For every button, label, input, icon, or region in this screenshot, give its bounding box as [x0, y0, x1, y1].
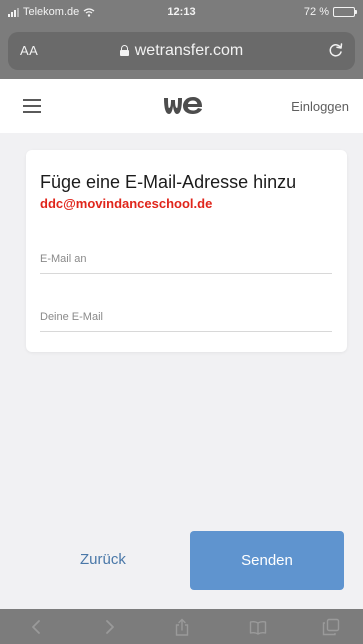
url-display[interactable]: wetransfer.com	[8, 42, 355, 60]
menu-icon[interactable]	[23, 99, 41, 113]
bookmarks-icon[interactable]	[249, 618, 267, 636]
address-bar: AA wetransfer.com	[0, 27, 363, 79]
form-title: Füge eine E-Mail-Adresse hinzu	[40, 172, 297, 192]
recipient-email: ddc@movindanceschool.de	[40, 196, 213, 211]
battery-percent: 72 %	[303, 6, 329, 18]
lock-icon	[119, 45, 129, 56]
sender-field	[40, 302, 332, 332]
browser-toolbar	[0, 609, 363, 644]
tabs-icon[interactable]	[322, 618, 340, 636]
forward-icon[interactable]	[100, 618, 118, 636]
recipient-field	[40, 244, 332, 274]
back-icon[interactable]	[28, 618, 46, 636]
battery-status: 72 %	[303, 6, 357, 18]
site-header: Einloggen	[0, 79, 363, 133]
email-form-card: Füge eine E-Mail-Adresse hinzu ddc@movin…	[26, 150, 347, 352]
send-button[interactable]: Senden	[190, 531, 344, 590]
wetransfer-logo[interactable]	[163, 94, 203, 116]
status-bar: Telekom.de 12:13 72 %	[0, 0, 363, 27]
login-link[interactable]: Einloggen	[291, 99, 349, 114]
url-field[interactable]: AA wetransfer.com	[8, 32, 355, 70]
share-icon[interactable]	[173, 618, 191, 636]
back-button[interactable]: Zurück	[80, 551, 126, 568]
reload-icon[interactable]	[327, 41, 345, 59]
recipient-email-input[interactable]	[40, 244, 332, 273]
battery-icon	[333, 7, 357, 17]
url-text: wetransfer.com	[134, 42, 244, 59]
sender-email-input[interactable]	[40, 302, 332, 331]
